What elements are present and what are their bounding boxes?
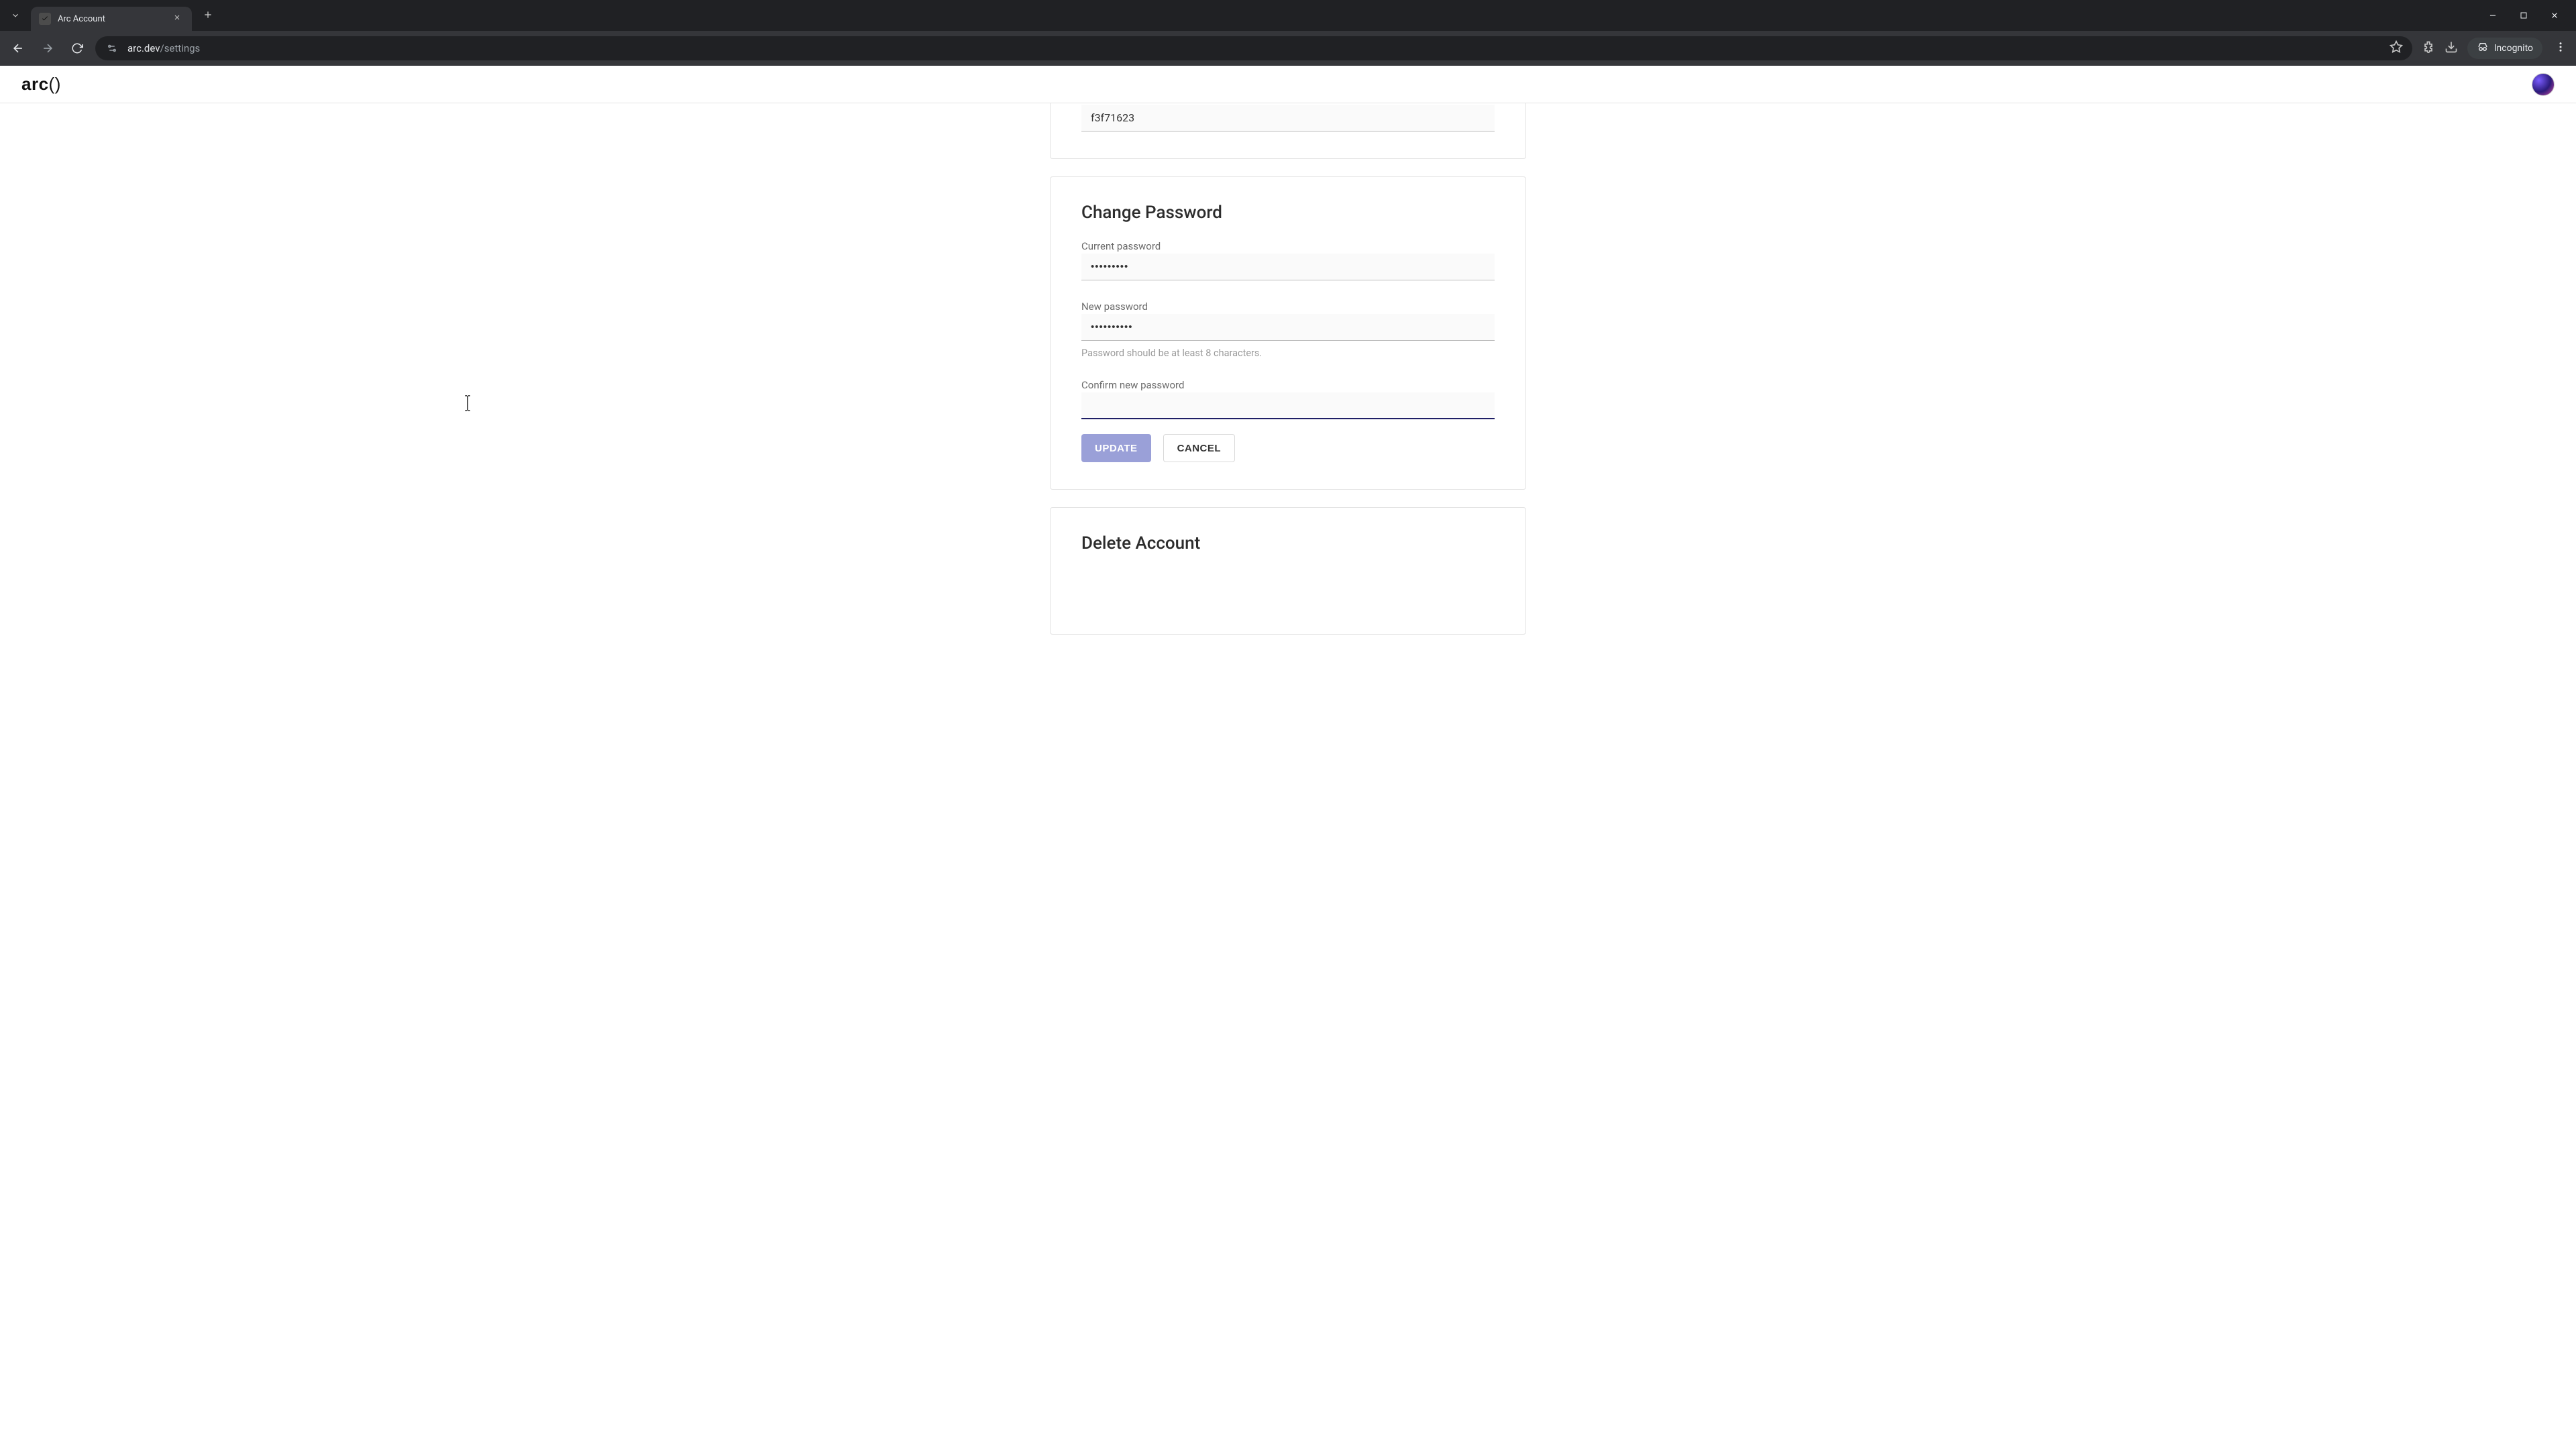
current-password-input-wrap[interactable] (1081, 254, 1495, 280)
current-password-label: Current password (1081, 240, 1495, 252)
page-viewport: arc() Username f3f71623 Change Password … (0, 66, 2576, 1449)
current-password-input[interactable] (1091, 261, 1485, 272)
confirm-password-label: Confirm new password (1081, 379, 1495, 391)
bookmark-icon[interactable] (2390, 40, 2403, 56)
cancel-button[interactable]: CANCEL (1163, 434, 1236, 462)
new-password-input-wrap[interactable] (1081, 314, 1495, 341)
new-password-hint: Password should be at least 8 characters… (1081, 347, 1495, 359)
url-box[interactable]: arc.dev/settings (95, 36, 2412, 60)
new-password-input[interactable] (1091, 321, 1485, 333)
current-password-field: Current password (1081, 240, 1495, 280)
new-password-field: New password Password should be at least… (1081, 301, 1495, 359)
site-logo[interactable]: arc() (21, 74, 61, 95)
tab-strip: Arc Account (0, 0, 2576, 31)
settings-column: Username f3f71623 Change Password Curren… (1050, 91, 1526, 920)
incognito-icon (2477, 41, 2489, 56)
incognito-badge[interactable]: Incognito (2467, 38, 2542, 59)
site-info-icon[interactable] (105, 41, 119, 56)
browser-chrome: Arc Account (0, 0, 2576, 66)
username-value: f3f71623 (1091, 111, 1134, 124)
tab-title: Arc Account (58, 14, 164, 24)
tab-close-icon[interactable] (170, 12, 184, 25)
url-text: arc.dev/settings (127, 42, 200, 54)
avatar[interactable] (2532, 73, 2555, 96)
new-tab-button[interactable] (197, 5, 219, 26)
nav-back-button[interactable] (7, 37, 30, 60)
window-minimize-button[interactable] (2483, 6, 2502, 25)
confirm-password-field: Confirm new password (1081, 379, 1495, 419)
window-controls (2483, 6, 2571, 25)
username-input-wrap: f3f71623 (1081, 105, 1495, 131)
new-password-label: New password (1081, 301, 1495, 313)
window-maximize-button[interactable] (2514, 6, 2533, 25)
browser-tab[interactable]: Arc Account (31, 7, 192, 31)
window-close-button[interactable] (2545, 6, 2564, 25)
downloads-icon[interactable] (2445, 40, 2458, 56)
update-button[interactable]: UPDATE (1081, 434, 1151, 462)
confirm-password-input-wrap[interactable] (1081, 392, 1495, 419)
addr-actions: Incognito (2422, 38, 2569, 59)
page-scroll[interactable]: arc() Username f3f71623 Change Password … (0, 66, 2576, 1449)
delete-account-title: Delete Account (1081, 533, 1495, 553)
nav-reload-button[interactable] (66, 37, 89, 60)
address-bar: arc.dev/settings Incognito (0, 31, 2576, 66)
tab-favicon-icon (39, 13, 51, 25)
extensions-icon[interactable] (2422, 40, 2435, 56)
password-actions: UPDATE CANCEL (1081, 434, 1495, 462)
confirm-password-input[interactable] (1091, 400, 1485, 411)
change-password-title: Change Password (1081, 203, 1495, 223)
nav-forward-button[interactable] (36, 37, 59, 60)
change-password-card: Change Password Current password New pas… (1050, 176, 1526, 490)
incognito-label: Incognito (2494, 43, 2533, 54)
delete-account-card: Delete Account (1050, 507, 1526, 635)
tabs-dropdown-button[interactable] (5, 5, 25, 25)
browser-menu-button[interactable] (2552, 38, 2569, 58)
site-header: arc() (0, 66, 2576, 103)
